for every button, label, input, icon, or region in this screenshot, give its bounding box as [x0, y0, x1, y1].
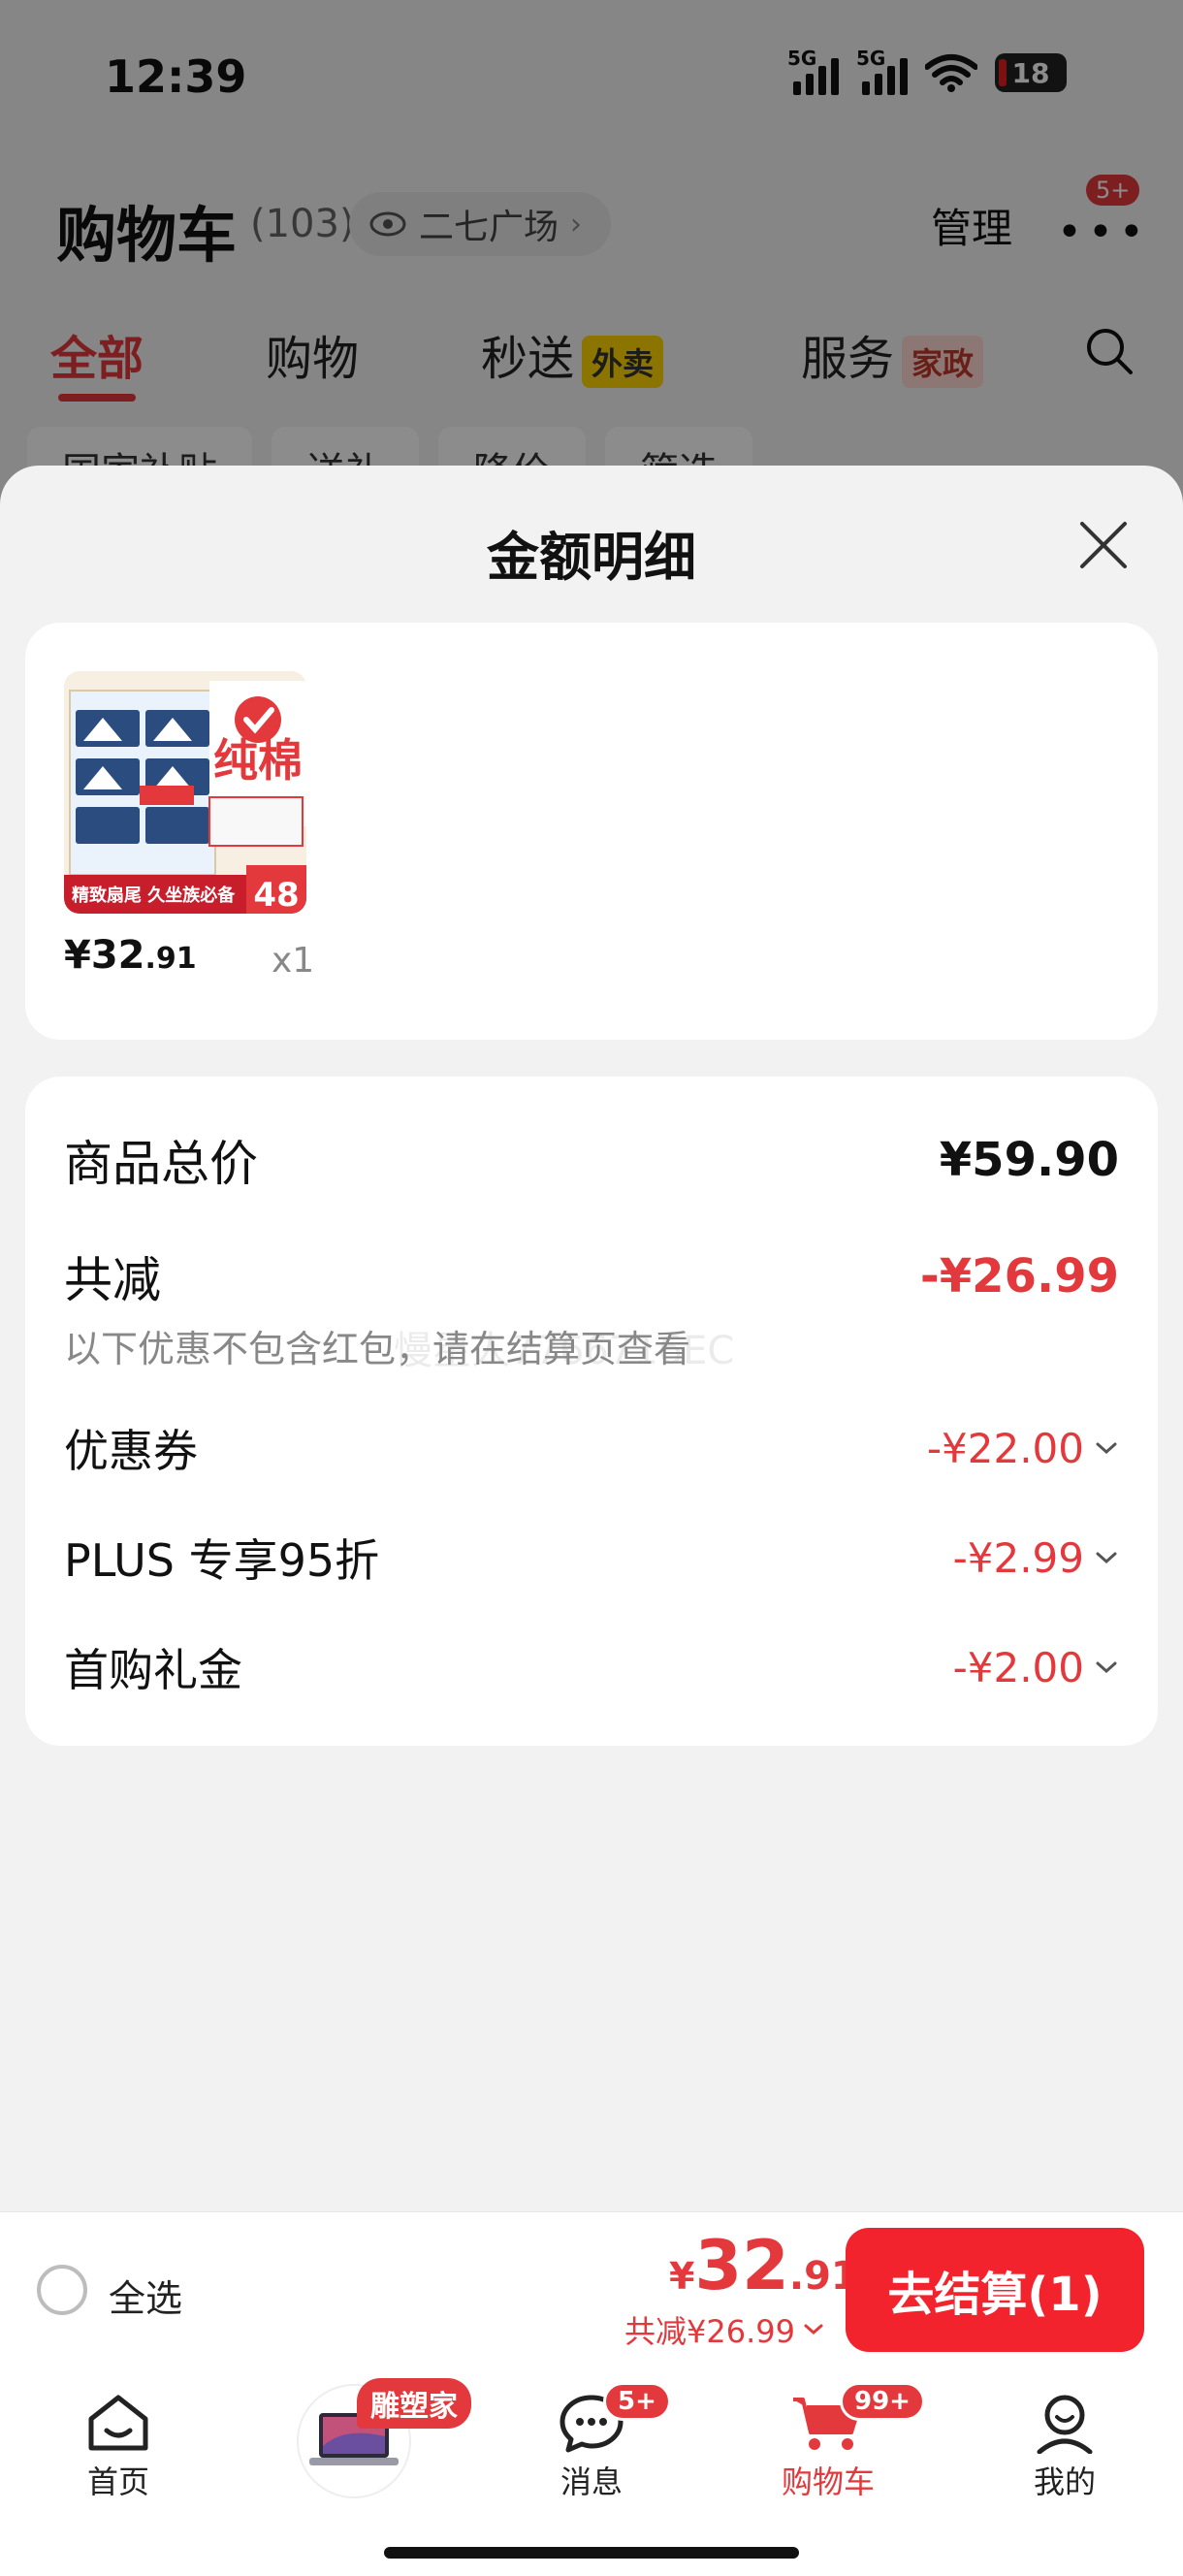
coupon-row[interactable]: 优惠券 -¥22.00	[64, 1416, 1119, 1480]
price-integer: ¥32	[64, 933, 145, 978]
nav-home[interactable]: 首页	[41, 2392, 196, 2502]
price-detail-card: 商品总价 ¥59.90 慢星人7766716EC 共减 -¥26.99 以下优惠…	[25, 1077, 1158, 1746]
total-price: ¥32.91	[669, 2226, 858, 2305]
nav-label: 消息	[560, 2463, 623, 2500]
close-icon[interactable]	[1074, 516, 1133, 574]
dim-overlay[interactable]	[0, 0, 1183, 504]
total-value: ¥59.90	[939, 1133, 1119, 1187]
thumb-text-bottom: 精致扇尾 久坐族必备	[72, 885, 236, 906]
chevron-down-icon	[1096, 1442, 1117, 1455]
first-purchase-amount: -¥2.00	[952, 1643, 1084, 1691]
bottom-nav: 首页 雕塑家 消息 5+ 购物车 99+ 我的	[0, 2367, 1183, 2576]
discount-note: 以下优惠不包含红包，请在结算页查看	[64, 1328, 691, 1370]
reduce-value: -¥26.99	[919, 1249, 1119, 1304]
product-image: 纯棉 精致扇尾 久坐族必备 48	[64, 671, 306, 914]
nav-messages[interactable]: 消息 5+	[514, 2382, 671, 2502]
first-purchase-value: -¥2.00	[953, 1644, 1119, 1691]
product-thumbnail[interactable]: 纯棉 精致扇尾 久坐族必备 48	[64, 671, 306, 914]
first-purchase-label: 首购礼金	[64, 1644, 242, 1696]
chevron-down-icon	[1096, 1552, 1117, 1564]
discount-text: 共减¥26.99	[624, 2313, 795, 2350]
price-decimal: .91	[144, 942, 197, 976]
nav-label: 我的	[1033, 2463, 1096, 2500]
nav-profile[interactable]: 我的	[987, 2392, 1142, 2502]
coupon-amount: -¥22.00	[926, 1424, 1084, 1472]
home-icon	[88, 2395, 148, 2451]
plus-discount-value: -¥2.99	[953, 1534, 1119, 1582]
plus-discount-row[interactable]: PLUS 专享95折 -¥2.99	[64, 1526, 1119, 1590]
nav-badge: 5+	[603, 2382, 671, 2421]
nav-cart[interactable]: 购物车 99+	[751, 2382, 925, 2502]
select-all-label[interactable]: 全选	[109, 2269, 182, 2322]
coupon-value: -¥22.00	[927, 1425, 1119, 1472]
reduce-row: 共减 -¥26.99	[64, 1241, 1119, 1311]
sheet-title: 金额明细	[487, 527, 696, 588]
chevron-down-icon	[804, 2324, 823, 2334]
checkout-bar: 全选 ¥32.91 共减¥26.99 去结算(1)	[0, 2211, 1183, 2367]
first-purchase-row[interactable]: 首购礼金 -¥2.00	[64, 1635, 1119, 1699]
plus-discount-amount: -¥2.99	[952, 1533, 1084, 1582]
total-row: 商品总价 ¥59.90	[64, 1125, 1119, 1195]
select-all-checkbox[interactable]	[37, 2265, 87, 2315]
nav-label: 购物车	[781, 2463, 875, 2500]
promo-badge: 雕塑家	[357, 2378, 471, 2429]
thumb-number: 48	[253, 876, 299, 914]
total-label: 商品总价	[64, 1136, 258, 1192]
plus-discount-label: PLUS 专享95折	[64, 1534, 380, 1587]
thumb-text-big: 纯棉	[213, 734, 303, 787]
chevron-down-icon	[1096, 1661, 1117, 1674]
product-quantity: x1	[272, 941, 315, 981]
checkout-button[interactable]: 去结算(1)	[846, 2228, 1144, 2352]
nav-label: 首页	[86, 2463, 149, 2500]
coupon-label: 优惠券	[64, 1425, 198, 1477]
product-card: 纯棉 精致扇尾 久坐族必备 48 ¥32.91 x1	[25, 623, 1158, 1040]
amount-detail-sheet: 金额明细 纯棉 精致扇尾 久坐族必备 48 ¥32.91 x1 商品总价 ¥59…	[0, 466, 1183, 2211]
home-indicator	[384, 2547, 799, 2559]
currency-symbol: ¥	[669, 2255, 695, 2298]
discount-summary[interactable]: 共减¥26.99	[624, 2307, 824, 2352]
nav-badge: 99+	[840, 2382, 925, 2421]
price-integer: 32	[694, 2226, 789, 2305]
reduce-label: 共减	[64, 1252, 161, 1308]
product-price: ¥32.91	[64, 933, 197, 978]
user-icon	[1037, 2395, 1093, 2454]
